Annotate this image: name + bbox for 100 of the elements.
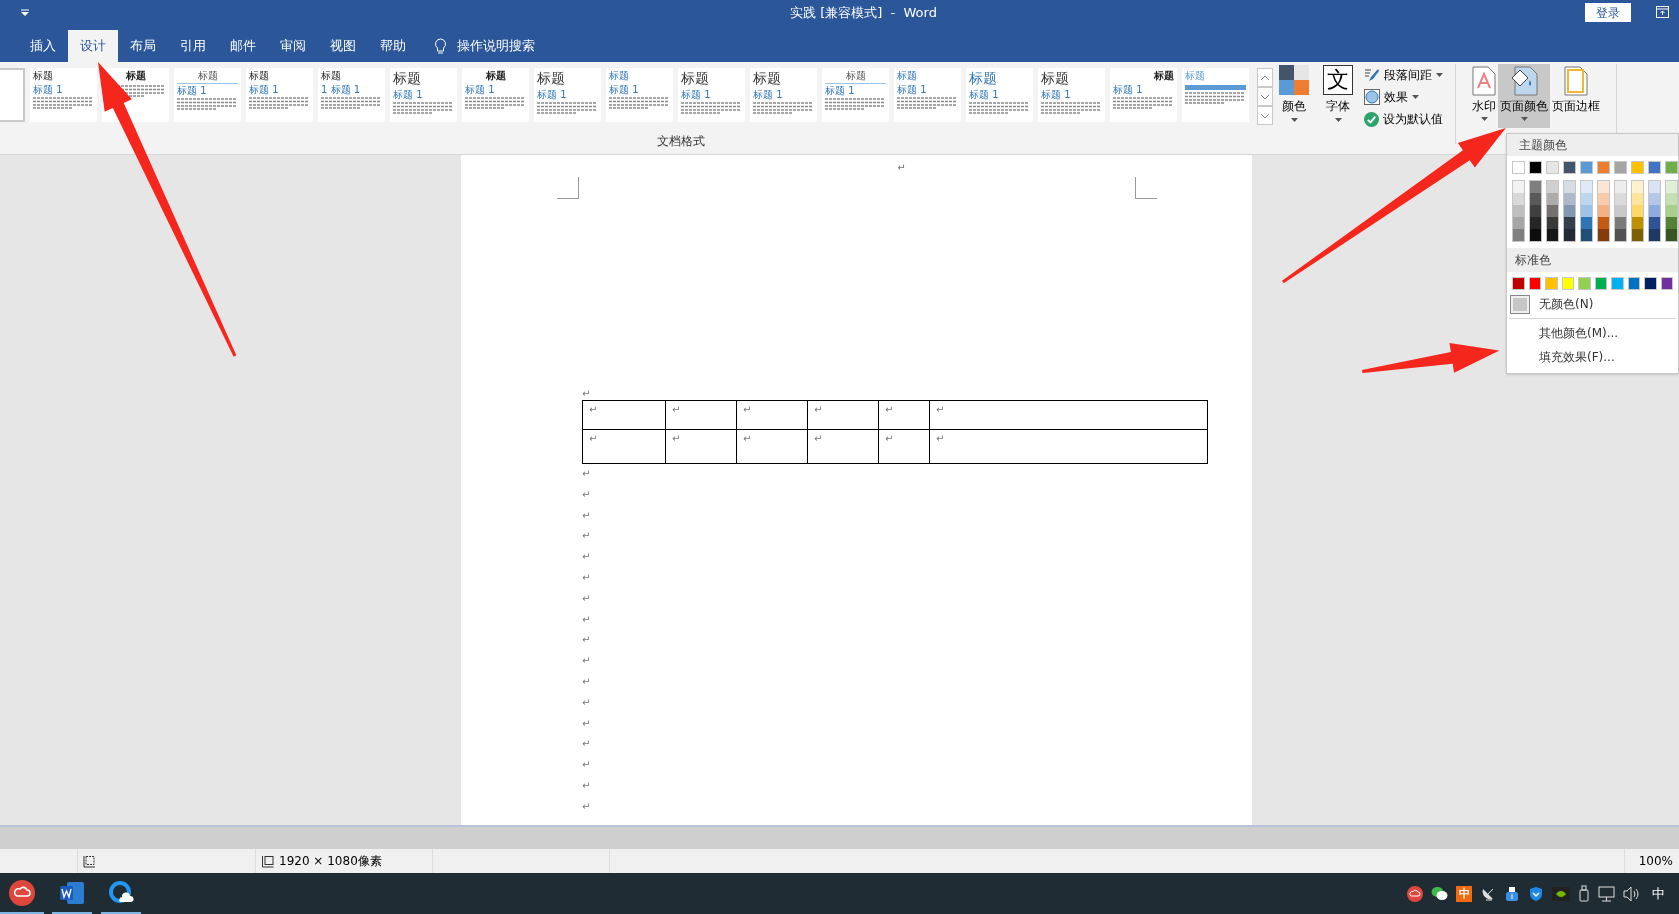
color-swatch[interactable] [1666, 181, 1677, 193]
shield-icon[interactable] [1528, 885, 1544, 902]
ribbon-tab[interactable]: 帮助 [368, 30, 418, 62]
no-color-menu-item[interactable]: 无颜色(N) [1507, 292, 1678, 316]
color-swatch[interactable] [1546, 161, 1559, 174]
color-swatch[interactable] [1632, 181, 1643, 193]
cloud-icon[interactable] [1407, 885, 1423, 902]
color-swatch[interactable] [1528, 277, 1541, 290]
customize-toolbar-icon[interactable] [20, 9, 30, 17]
style-thumbnail[interactable]: 标题 标题 1 [1038, 68, 1105, 122]
style-thumbnail[interactable]: 标题 标题 1 [678, 68, 745, 122]
color-swatch[interactable] [1547, 229, 1558, 241]
color-swatch[interactable] [1564, 217, 1575, 229]
color-swatch[interactable] [1632, 193, 1643, 205]
tell-me-search[interactable]: 操作说明搜索 [457, 36, 535, 56]
network-icon[interactable] [1598, 885, 1615, 902]
style-thumbnail[interactable]: 标题 1 标题 1 [318, 68, 385, 122]
style-thumbnail[interactable]: 标题 标题 1 [534, 68, 601, 122]
color-swatch[interactable] [1513, 217, 1524, 229]
color-swatch[interactable] [1632, 217, 1643, 229]
chat-icon[interactable] [1431, 886, 1448, 901]
color-swatch[interactable] [1598, 181, 1609, 193]
color-swatch[interactable] [1564, 193, 1575, 205]
color-swatch[interactable] [1564, 229, 1575, 241]
color-swatch[interactable] [1648, 161, 1661, 174]
color-swatch[interactable] [1632, 229, 1643, 241]
color-swatch[interactable] [1615, 193, 1626, 205]
style-thumbnail[interactable]: 标题 标题 1 [246, 68, 313, 122]
color-swatch[interactable] [1615, 217, 1626, 229]
color-swatch[interactable] [1529, 161, 1542, 174]
graphics-driver-icon[interactable] [1552, 886, 1570, 901]
style-thumbnail[interactable]: 标题 标题 1 [174, 68, 241, 122]
color-swatch[interactable] [1580, 161, 1593, 174]
ribbon-tab[interactable]: 引用 [168, 30, 218, 62]
color-swatch[interactable] [1649, 229, 1660, 241]
gallery-more-button[interactable] [1257, 106, 1273, 125]
color-swatch[interactable] [1581, 181, 1592, 193]
color-swatch[interactable] [1547, 205, 1558, 217]
color-swatch[interactable] [1581, 193, 1592, 205]
color-swatch[interactable] [1512, 277, 1525, 290]
ribbon-tab[interactable]: 视图 [318, 30, 368, 62]
style-thumbnail[interactable]: 标题 标题 1 [822, 68, 889, 122]
color-swatch[interactable] [1564, 205, 1575, 217]
ribbon-tab[interactable]: 设计 [68, 30, 118, 62]
color-swatch[interactable] [1597, 161, 1610, 174]
page-background-button[interactable]: 水印 [1470, 64, 1498, 128]
style-thumbnail[interactable]: 标题 标题 1 [1110, 68, 1177, 122]
usb-icon[interactable] [1504, 885, 1520, 902]
color-swatch[interactable] [1513, 205, 1524, 217]
style-thumbnail[interactable] [0, 68, 25, 122]
page-background-button[interactable]: 页面颜色 [1498, 64, 1550, 128]
color-swatch[interactable] [1513, 181, 1524, 193]
menu-item[interactable]: 其他颜色(M)... [1507, 321, 1678, 345]
color-swatch[interactable] [1547, 193, 1558, 205]
color-swatch[interactable] [1594, 277, 1607, 290]
color-swatch[interactable] [1530, 193, 1541, 205]
color-swatch[interactable] [1615, 181, 1626, 193]
color-swatch[interactable] [1598, 205, 1609, 217]
color-swatch[interactable] [1563, 161, 1576, 174]
color-swatch[interactable] [1611, 277, 1624, 290]
color-swatch[interactable] [1615, 205, 1626, 217]
style-thumbnail[interactable]: 标题 标题 1 [966, 68, 1033, 122]
color-swatch[interactable] [1561, 277, 1574, 290]
style-thumbnail[interactable]: 标题 标题 1 [390, 68, 457, 122]
color-swatch[interactable] [1581, 205, 1592, 217]
color-swatch[interactable] [1666, 193, 1677, 205]
style-thumbnail[interactable]: 标题 标题 1 [894, 68, 961, 122]
color-swatch[interactable] [1530, 181, 1541, 193]
color-swatch[interactable] [1627, 277, 1640, 290]
ribbon-display-icon[interactable] [1656, 6, 1669, 18]
color-swatch[interactable] [1632, 205, 1643, 217]
ribbon-tab[interactable]: 插入 [18, 30, 68, 62]
color-swatch[interactable] [1598, 217, 1609, 229]
color-swatch[interactable] [1547, 217, 1558, 229]
color-swatch[interactable] [1631, 161, 1644, 174]
color-swatch[interactable] [1530, 217, 1541, 229]
format-option-button[interactable]: 段落间距 [1364, 65, 1443, 85]
color-swatch[interactable] [1665, 161, 1678, 174]
colors-button[interactable]: 颜色 [1276, 64, 1312, 122]
color-swatch[interactable] [1530, 205, 1541, 217]
scroll-up-button[interactable] [1257, 68, 1273, 87]
color-swatch[interactable] [1649, 181, 1660, 193]
color-swatch[interactable] [1581, 229, 1592, 241]
menu-item[interactable]: 填充效果(F)... [1507, 345, 1678, 369]
style-thumbnail[interactable]: 标题 标题 1 [462, 68, 529, 122]
color-swatch[interactable] [1666, 229, 1677, 241]
style-thumbnail[interactable]: 标题 标题 1 [606, 68, 673, 122]
color-swatch[interactable] [1530, 229, 1541, 241]
page-background-button[interactable]: 页面边框 [1550, 64, 1602, 128]
color-swatch[interactable] [1614, 161, 1627, 174]
format-option-button[interactable]: 设为默认值 [1364, 109, 1443, 129]
style-thumbnail[interactable]: 标题 标题 1 [750, 68, 817, 122]
color-swatch[interactable] [1512, 161, 1525, 174]
ribbon-tab[interactable]: 布局 [118, 30, 168, 62]
input-method-indicator[interactable]: 中 [1652, 883, 1665, 904]
color-swatch[interactable] [1615, 229, 1626, 241]
color-swatch[interactable] [1666, 217, 1677, 229]
volume-icon[interactable] [1623, 885, 1640, 902]
style-thumbnail[interactable]: 标题 标题 1 [30, 68, 97, 122]
color-swatch[interactable] [1547, 181, 1558, 193]
